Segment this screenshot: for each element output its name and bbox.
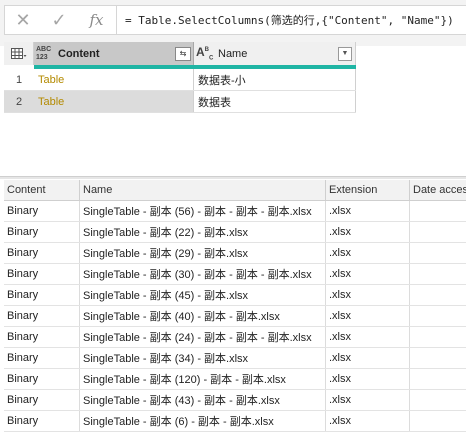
text-type-icon[interactable]: ABC xyxy=(196,45,218,61)
table-row[interactable]: Binary SingleTable - 副本 (120) - 副本 - 副本.x… xyxy=(4,369,466,390)
extension-cell[interactable]: .xlsx xyxy=(326,201,410,221)
content-cell[interactable]: Binary xyxy=(4,348,80,368)
formula-box: ✕ ✓ fx = Table.SelectColumns(筛选的行,{"Cont… xyxy=(4,5,466,35)
date-cell[interactable] xyxy=(410,201,466,221)
formula-bar: ✕ ✓ fx = Table.SelectColumns(筛选的行,{"Cont… xyxy=(0,0,466,46)
name-cell[interactable]: SingleTable - 副本 (30) - 副本 - 副本 - 副本.xls… xyxy=(80,264,326,284)
extension-cell[interactable]: .xlsx xyxy=(326,285,410,305)
date-cell[interactable] xyxy=(410,243,466,263)
name-cell[interactable]: SingleTable - 副本 (24) - 副本 - 副本 - 副本.xls… xyxy=(80,327,326,347)
name-cell[interactable]: SingleTable - 副本 (45) - 副本.xlsx xyxy=(80,285,326,305)
expand-table-icon[interactable]: ⇆ xyxy=(175,46,191,61)
extension-cell[interactable]: .xlsx xyxy=(326,390,410,410)
check-icon[interactable]: ✓ xyxy=(41,6,77,34)
name-cell[interactable]: 数据表-小 xyxy=(194,69,356,90)
table-row[interactable]: 2 Table 数据表 xyxy=(4,91,356,113)
table-row[interactable]: 1 Table 数据表-小 xyxy=(4,69,356,91)
header-name[interactable]: Name xyxy=(80,180,326,200)
pane-splitter[interactable] xyxy=(0,176,466,179)
content-cell[interactable]: Binary xyxy=(4,306,80,326)
table-row[interactable]: Binary SingleTable - 副本 (24) - 副本 - 副本 - … xyxy=(4,327,466,348)
content-cell[interactable]: Binary xyxy=(4,390,80,410)
date-cell[interactable] xyxy=(410,369,466,389)
name-cell[interactable]: SingleTable - 副本 (22) - 副本.xlsx xyxy=(80,222,326,242)
content-cell[interactable]: Binary xyxy=(4,243,80,263)
filter-dropdown-icon[interactable]: ▼ xyxy=(338,46,352,61)
grid-icon xyxy=(10,47,26,59)
date-cell[interactable] xyxy=(410,222,466,242)
extension-cell[interactable]: .xlsx xyxy=(326,411,410,431)
content-cell[interactable]: Binary xyxy=(4,285,80,305)
content-cell[interactable]: Binary xyxy=(4,264,80,284)
fx-icon[interactable]: fx xyxy=(77,6,117,34)
column-header-name[interactable]: ABC Name ▼ xyxy=(194,42,356,65)
extension-cell[interactable]: .xlsx xyxy=(326,243,410,263)
header-content[interactable]: Content xyxy=(4,180,80,200)
row-number: 2 xyxy=(4,91,34,112)
name-cell[interactable]: SingleTable - 副本 (29) - 副本.xlsx xyxy=(80,243,326,263)
table-row[interactable]: Binary SingleTable - 副本 (6) - 副本 - 副本.xls… xyxy=(4,411,466,432)
date-cell[interactable] xyxy=(410,264,466,284)
extension-cell[interactable]: .xlsx xyxy=(326,222,410,242)
table-link-cell[interactable]: Table xyxy=(34,69,194,90)
table-row[interactable]: Binary SingleTable - 副本 (43) - 副本 - 副本.xl… xyxy=(4,390,466,411)
file-list-header: Content Name Extension Date acces xyxy=(4,180,466,201)
name-cell[interactable]: SingleTable - 副本 (120) - 副本 - 副本.xlsx xyxy=(80,369,326,389)
table-row[interactable]: Binary SingleTable - 副本 (45) - 副本.xlsx .xl… xyxy=(4,285,466,306)
extension-cell[interactable]: .xlsx xyxy=(326,306,410,326)
table-link-cell[interactable]: Table xyxy=(34,91,194,112)
name-cell[interactable]: SingleTable - 副本 (6) - 副本 - 副本.xlsx xyxy=(80,411,326,431)
column-title: Content xyxy=(58,47,100,60)
table-row[interactable]: Binary SingleTable - 副本 (29) - 副本.xlsx .xl… xyxy=(4,243,466,264)
date-cell[interactable] xyxy=(410,285,466,305)
preview-header-row: ABC 123 Content ⇆ ABC Name ▼ xyxy=(4,42,356,65)
extension-cell[interactable]: .xlsx xyxy=(326,264,410,284)
table-row[interactable]: Binary SingleTable - 副本 (34) - 副本.xlsx .xl… xyxy=(4,348,466,369)
table-row[interactable]: Binary SingleTable - 副本 (22) - 副本.xlsx .xl… xyxy=(4,222,466,243)
date-cell[interactable] xyxy=(410,390,466,410)
content-cell[interactable]: Binary xyxy=(4,201,80,221)
column-header-content[interactable]: ABC 123 Content ⇆ xyxy=(34,42,194,65)
any-type-icon[interactable]: ABC 123 xyxy=(36,46,58,62)
column-title: Name xyxy=(218,47,248,60)
content-cell[interactable]: Binary xyxy=(4,222,80,242)
table-row[interactable]: Binary SingleTable - 副本 (56) - 副本 - 副本 - … xyxy=(4,201,466,222)
extension-cell[interactable]: .xlsx xyxy=(326,327,410,347)
file-list-body: Binary SingleTable - 副本 (56) - 副本 - 副本 - … xyxy=(4,201,466,432)
name-cell[interactable]: SingleTable - 副本 (40) - 副本 - 副本.xlsx xyxy=(80,306,326,326)
name-cell[interactable]: SingleTable - 副本 (56) - 副本 - 副本 - 副本.xls… xyxy=(80,201,326,221)
header-extension[interactable]: Extension xyxy=(326,180,410,200)
table-row[interactable]: Binary SingleTable - 副本 (40) - 副本 - 副本.xl… xyxy=(4,306,466,327)
date-cell[interactable] xyxy=(410,411,466,431)
content-cell[interactable]: Binary xyxy=(4,411,80,431)
name-cell[interactable]: SingleTable - 副本 (34) - 副本.xlsx xyxy=(80,348,326,368)
date-cell[interactable] xyxy=(410,348,466,368)
date-cell[interactable] xyxy=(410,306,466,326)
close-icon[interactable]: ✕ xyxy=(5,6,41,34)
preview-table: ABC 123 Content ⇆ ABC Name ▼ 1 Table 数据表-… xyxy=(4,42,356,113)
content-cell[interactable]: Binary xyxy=(4,327,80,347)
table-menu-icon[interactable] xyxy=(4,42,34,65)
table-row[interactable]: Binary SingleTable - 副本 (30) - 副本 - 副本 - … xyxy=(4,264,466,285)
row-number: 1 xyxy=(4,69,34,90)
extension-cell[interactable]: .xlsx xyxy=(326,348,410,368)
header-date-accessed[interactable]: Date acces xyxy=(410,180,466,200)
file-list-table: Content Name Extension Date acces Binary… xyxy=(4,180,466,432)
extension-cell[interactable]: .xlsx xyxy=(326,369,410,389)
name-cell[interactable]: SingleTable - 副本 (43) - 副本 - 副本.xlsx xyxy=(80,390,326,410)
date-cell[interactable] xyxy=(410,327,466,347)
name-cell[interactable]: 数据表 xyxy=(194,91,356,112)
content-cell[interactable]: Binary xyxy=(4,369,80,389)
formula-input[interactable]: = Table.SelectColumns(筛选的行,{"Content", "… xyxy=(117,12,454,28)
